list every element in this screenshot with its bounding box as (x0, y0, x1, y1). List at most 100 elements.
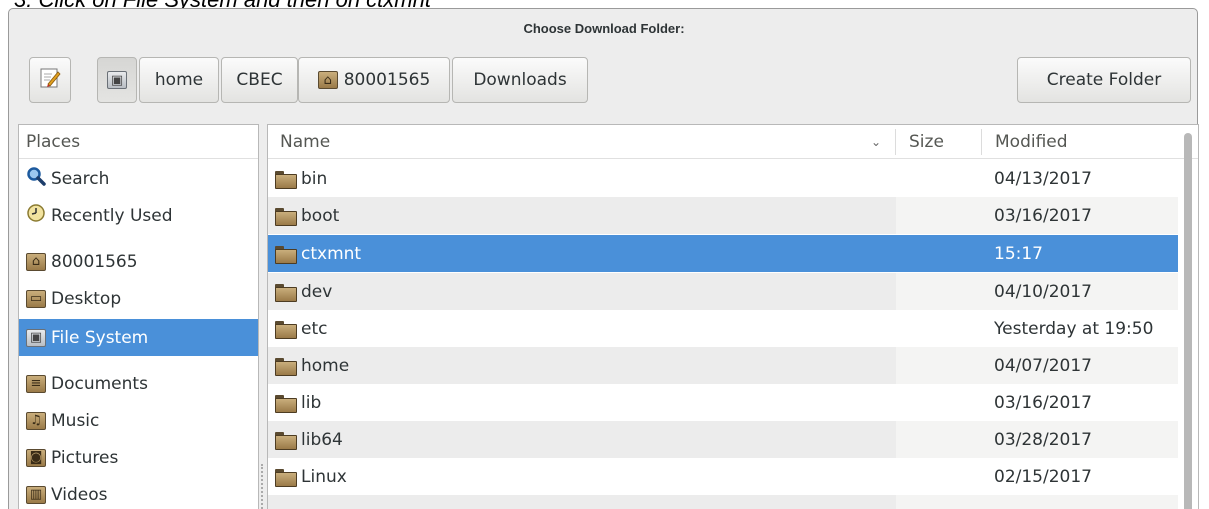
place-label: 80001565 (51, 251, 138, 272)
column-divider (895, 129, 896, 155)
folder-icon (275, 357, 297, 376)
file-list-header: Name ⌄ Size Modified (268, 125, 1198, 159)
folder-icon (275, 283, 297, 302)
pictures-folder-icon: ◙ (26, 448, 46, 467)
filesystem-icon: ▣ (107, 71, 127, 89)
file-modified: 02/15/2017 (994, 466, 1092, 487)
home-folder-icon: ⌂ (317, 71, 338, 89)
file-name: bin (301, 168, 328, 189)
pencil-edit-icon (39, 67, 61, 94)
place-home-80001565[interactable]: ⌂ 80001565 (19, 243, 258, 280)
folder-icon (275, 468, 297, 487)
file-size (896, 458, 982, 495)
dialog-title: Choose Download Folder: (523, 21, 685, 36)
file-modified: 04/13/2017 (994, 168, 1092, 189)
path-button-user[interactable]: ⌂ 80001565 (298, 57, 450, 103)
pane-resize-handle[interactable] (261, 464, 264, 509)
folder-icon (275, 170, 297, 189)
path-button-label: 80001565 (343, 70, 431, 90)
folder-icon (275, 431, 297, 450)
place-videos[interactable]: ▥ Videos (19, 476, 258, 509)
file-size (896, 235, 982, 272)
type-location-button[interactable] (29, 57, 71, 103)
file-size (896, 273, 982, 310)
create-folder-button[interactable]: Create Folder (1017, 57, 1191, 103)
path-button-cbec[interactable]: CBEC (221, 57, 298, 103)
file-size (896, 160, 982, 197)
path-button-label: home (154, 70, 204, 90)
path-button-home[interactable]: home (139, 57, 219, 103)
file-modified: 03/28/2017 (982, 421, 1178, 458)
file-modified: 04/07/2017 (982, 347, 1178, 384)
vertical-scrollbar[interactable] (1184, 133, 1192, 509)
place-desktop[interactable]: ▭ Desktop (19, 280, 258, 317)
file-size (896, 421, 982, 458)
place-label: File System (51, 327, 149, 348)
file-row[interactable]: dev 04/10/2017 (268, 273, 1178, 310)
file-name: boot (301, 205, 340, 226)
places-header: Places (19, 125, 258, 159)
place-label: Search (51, 168, 110, 189)
file-row[interactable]: home 04/07/2017 (268, 347, 1178, 384)
file-modified: 15:17 (982, 235, 1178, 272)
file-modified: 03/16/2017 (994, 392, 1092, 413)
place-file-system[interactable]: ▣ File System (19, 319, 258, 356)
file-name: lib (301, 392, 322, 413)
choose-download-folder-dialog: Choose Download Folder: ▣ home CBEC ⌂ 80… (8, 8, 1199, 509)
path-button-label: CBEC (236, 70, 283, 90)
folder-icon (275, 207, 297, 226)
place-label: Music (51, 410, 100, 431)
file-size (896, 197, 982, 234)
path-button-filesystem[interactable]: ▣ (97, 57, 137, 103)
place-documents[interactable]: ≡ Documents (19, 365, 258, 402)
chevron-down-icon: ⌄ (871, 135, 882, 149)
clock-icon (26, 203, 46, 228)
place-search[interactable]: Search (19, 160, 258, 197)
file-modified: Yesterday at 19:50 (994, 318, 1154, 339)
file-name: etc (301, 318, 328, 339)
file-list: Name ⌄ Size Modified bin 04/13/2017 boot… (267, 124, 1199, 509)
folder-icon (275, 394, 297, 413)
search-icon (26, 166, 46, 191)
place-recently-used[interactable]: Recently Used (19, 197, 258, 234)
place-label: Documents (51, 373, 148, 394)
folder-icon (275, 245, 297, 264)
create-folder-label: Create Folder (1046, 70, 1162, 90)
file-size (896, 310, 982, 347)
home-folder-icon: ⌂ (26, 252, 46, 271)
file-row-partial[interactable] (268, 495, 1178, 509)
folder-icon (275, 320, 297, 339)
file-row[interactable]: boot 03/16/2017 (268, 197, 1178, 234)
column-divider (981, 129, 982, 155)
file-row[interactable]: etc Yesterday at 19:50 (268, 310, 1178, 347)
file-row-selected[interactable]: ctxmnt 15:17 (268, 235, 1178, 272)
path-button-downloads[interactable]: Downloads (452, 57, 588, 103)
desktop-folder-icon: ▭ (26, 289, 46, 308)
file-size (896, 347, 982, 384)
place-music[interactable]: ♫ Music (19, 402, 258, 439)
place-label: Desktop (51, 288, 122, 309)
file-name: Linux (301, 466, 347, 487)
file-name: lib64 (301, 429, 343, 450)
column-header-size[interactable]: Size (909, 125, 944, 159)
documents-folder-icon: ≡ (26, 374, 46, 393)
file-modified: 03/16/2017 (982, 197, 1178, 234)
column-header-name[interactable]: Name (280, 125, 880, 159)
place-label: Pictures (51, 447, 119, 468)
videos-folder-icon: ▥ (26, 485, 46, 504)
file-size (896, 384, 982, 421)
place-label: Videos (51, 484, 108, 505)
place-pictures[interactable]: ◙ Pictures (19, 439, 258, 476)
places-sidebar: Places Search Recently Used ⌂ 80001565 ▭… (18, 124, 259, 509)
music-folder-icon: ♫ (26, 411, 46, 430)
file-row[interactable]: Linux 02/15/2017 (268, 458, 1178, 495)
file-row[interactable]: lib 03/16/2017 (268, 384, 1178, 421)
file-row[interactable]: bin 04/13/2017 (268, 160, 1178, 197)
filesystem-icon: ▣ (26, 328, 46, 347)
path-button-label: Downloads (473, 70, 567, 90)
file-modified: 04/10/2017 (982, 273, 1178, 310)
file-name: home (301, 355, 350, 376)
file-row[interactable]: lib64 03/28/2017 (268, 421, 1178, 458)
column-header-modified[interactable]: Modified (995, 125, 1068, 159)
place-label: Recently Used (51, 205, 173, 226)
